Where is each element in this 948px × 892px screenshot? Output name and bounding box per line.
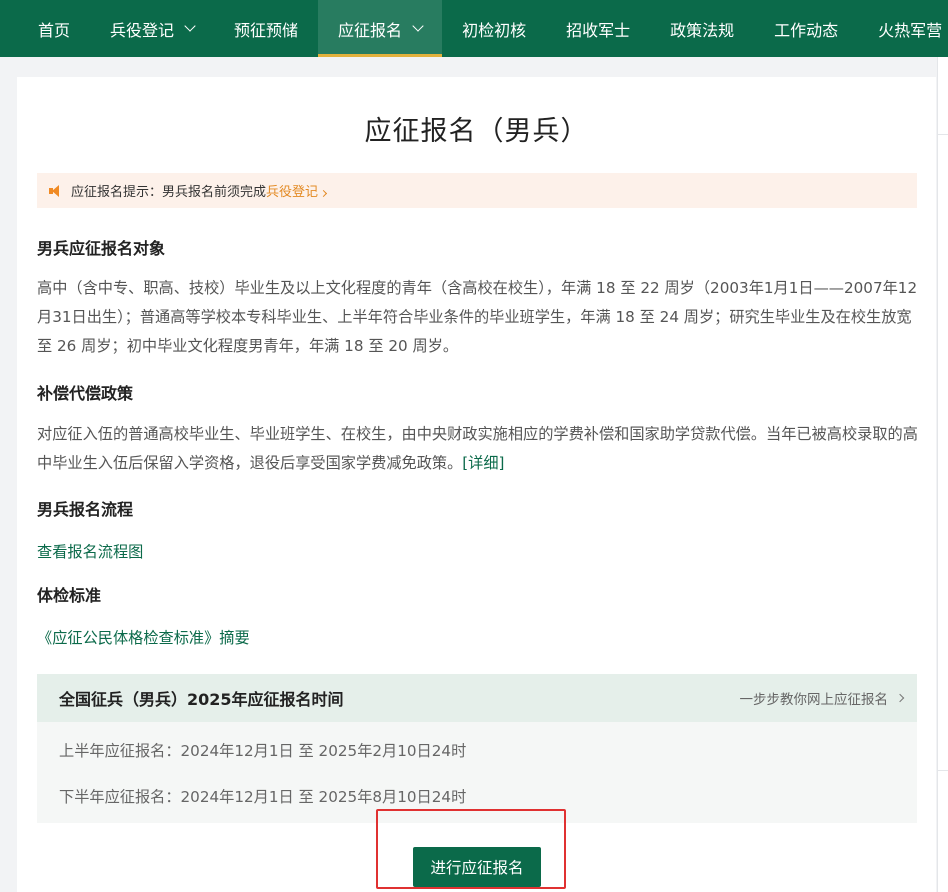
detail-link[interactable]: [详细]: [462, 454, 504, 472]
chevron-down-icon: [184, 20, 196, 32]
guide-link[interactable]: 一步步教你网上应征报名: [739, 688, 905, 708]
sidebar-edge-divider: [938, 134, 948, 135]
speaker-icon: [49, 184, 62, 197]
section-heading-process: 男兵报名流程: [37, 500, 134, 519]
nav-item-label: 招收军士: [566, 20, 631, 40]
content-card: 应征报名（男兵） 应征报名提示：男兵报名前须完成 兵役登记 男兵应征报名对象 高…: [17, 77, 936, 892]
chevron-right-icon: [319, 189, 328, 198]
schedule-box: 全国征兵（男兵）2025年应征报名时间 一步步教你网上应征报名 上半年应征报名：…: [37, 674, 917, 823]
process-chart-link[interactable]: 查看报名流程图: [37, 540, 143, 562]
nav-item-label: 预征预储: [234, 20, 299, 40]
nav-item-label: 政策法规: [670, 20, 735, 40]
section-heading-target: 男兵应征报名对象: [37, 239, 166, 258]
nav-item-label: 工作动态: [774, 20, 839, 40]
schedule-row-second-half: 下半年应征报名：2024年12月1日 至 2025年8月10日24时: [59, 788, 467, 806]
nav-item-nco-recruitment[interactable]: 招收军士: [546, 0, 650, 57]
nav-item-work-news[interactable]: 工作动态: [754, 0, 858, 57]
notice-registration-link[interactable]: 兵役登记: [266, 181, 328, 200]
sidebar-edge-divider: [938, 770, 948, 771]
page-title: 应征报名（男兵）: [364, 116, 589, 147]
nav-item-label: 火热军营: [878, 20, 943, 40]
notice-bar: 应征报名提示：男兵报名前须完成 兵役登记: [37, 173, 917, 208]
sidebar-edge: [937, 57, 948, 892]
nav-item-label: 兵役登记: [110, 20, 175, 40]
chevron-right-icon: [895, 693, 905, 703]
section-body-compensation: 对应征入伍的普通高校毕业生、毕业班学生、在校生，由中央财政实施相应的学费补偿和国…: [37, 420, 919, 478]
nav-item-barracks[interactable]: 火热军营: [858, 0, 948, 57]
nav-item-policies[interactable]: 政策法规: [650, 0, 754, 57]
schedule-title: 全国征兵（男兵）2025年应征报名时间: [59, 690, 344, 709]
physical-standard-link[interactable]: 《应征公民体格检查标准》摘要: [37, 626, 250, 648]
notice-text: 应征报名提示：男兵报名前须完成: [71, 185, 267, 200]
nav-item-initial-check[interactable]: 初检初核: [442, 0, 546, 57]
apply-button[interactable]: 进行应征报名: [413, 847, 541, 887]
section-heading-compensation: 补偿代偿政策: [37, 384, 134, 403]
nav-item-label: 应征报名: [338, 20, 403, 40]
chevron-down-icon: [412, 20, 424, 32]
section-heading-physical: 体检标准: [37, 586, 102, 605]
guide-link-label: 一步步教你网上应征报名: [739, 692, 889, 708]
schedule-row-first-half: 上半年应征报名：2024年12月1日 至 2025年2月10日24时: [59, 742, 467, 760]
nav-item-label: 首页: [38, 20, 71, 40]
section-body-target: 高中（含中专、职高、技校）毕业生及以上文化程度的青年（含高校在校生），年满 18…: [37, 279, 918, 355]
nav-item-label: 初检初核: [462, 20, 527, 40]
nav-item-home[interactable]: 首页: [0, 0, 90, 57]
notice-link-label: 兵役登记: [266, 185, 319, 200]
top-navigation: 首页 兵役登记 预征预储 应征报名 初检初核 招收军士 政策法规 工作动态 火热…: [0, 0, 948, 57]
nav-item-enlistment-application[interactable]: 应征报名: [318, 0, 443, 57]
schedule-header: 全国征兵（男兵）2025年应征报名时间 一步步教你网上应征报名: [37, 674, 917, 722]
nav-item-military-registration[interactable]: 兵役登记: [90, 0, 214, 57]
nav-item-pre-recruitment[interactable]: 预征预储: [214, 0, 318, 57]
